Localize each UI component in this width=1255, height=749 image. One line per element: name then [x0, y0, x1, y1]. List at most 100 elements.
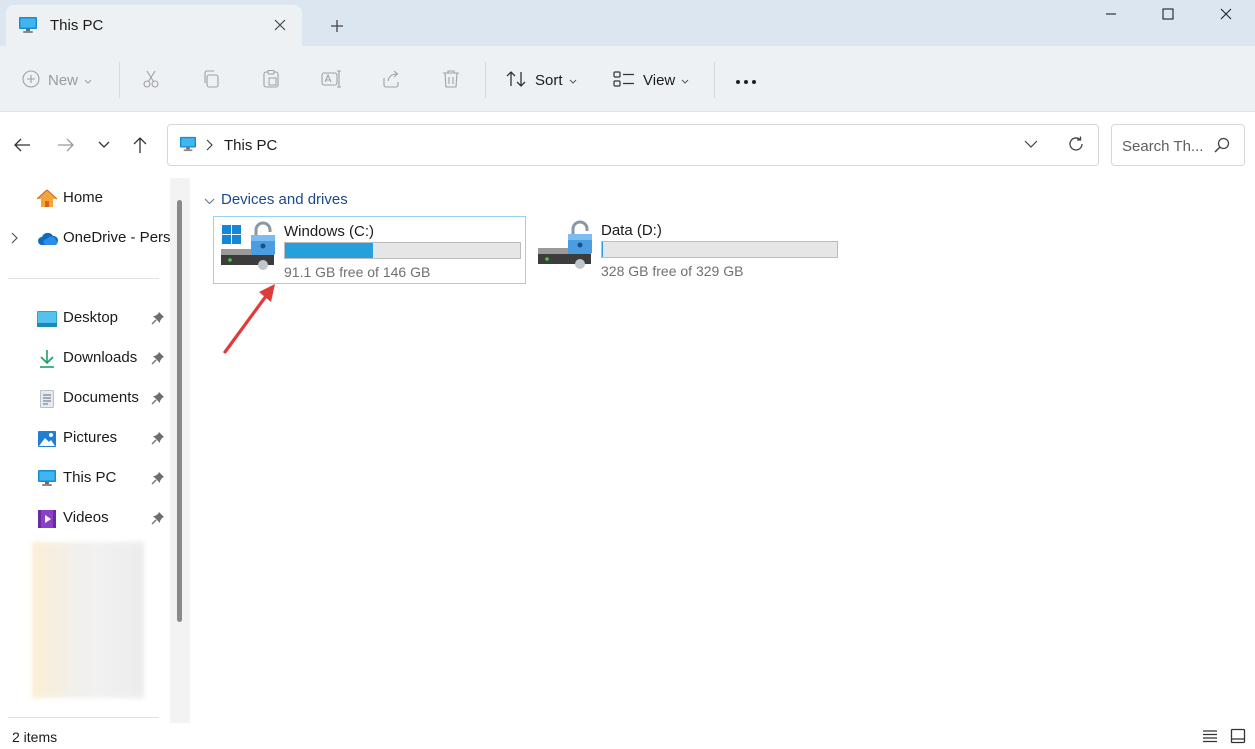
sidebar-item-desktop[interactable]: Desktop — [0, 300, 170, 336]
minimize-icon[interactable] — [1082, 0, 1140, 28]
share-icon — [381, 69, 401, 92]
pin-icon[interactable] — [151, 511, 165, 528]
rename-icon — [321, 69, 343, 92]
address-dropdown-icon[interactable] — [1024, 137, 1038, 154]
desktop-folder-icon — [37, 309, 57, 329]
divider — [8, 717, 159, 718]
sidebar-item-label: Videos — [63, 509, 109, 526]
share-button[interactable] — [381, 65, 401, 95]
drive-usage-fill — [602, 242, 603, 257]
sidebar-item-label: This PC — [63, 469, 117, 486]
cloud-icon — [37, 229, 59, 249]
chevron-right-icon[interactable] — [206, 138, 213, 154]
chevron-right-icon[interactable] — [11, 231, 18, 247]
sidebar-item-label: Home — [63, 189, 104, 206]
drive-usage-fill — [285, 243, 374, 258]
drive-name: Windows (C:) — [284, 223, 375, 240]
address-bar[interactable]: This PC — [167, 124, 1099, 166]
drive-name: Data (D:) — [601, 222, 662, 239]
pin-icon[interactable] — [151, 471, 165, 488]
new-button[interactable]: New — [22, 65, 92, 95]
drive-usage-bar — [284, 242, 521, 259]
search-field[interactable]: Search Th... — [1111, 124, 1245, 166]
drive-space-info: 91.1 GB free of 146 GB — [284, 264, 431, 280]
download-icon — [37, 349, 57, 369]
new-label: New — [48, 71, 79, 89]
divider — [8, 278, 159, 279]
drive-c[interactable]: Windows (C:) 91.1 GB free of 146 GB — [213, 216, 526, 284]
videos-icon — [37, 509, 57, 529]
pin-icon[interactable] — [151, 391, 165, 408]
view-button[interactable]: View — [613, 65, 689, 95]
locked-windows-drive-icon — [220, 221, 278, 276]
item-count: 2 items — [12, 729, 58, 745]
sidebar-item-pictures[interactable]: Pictures — [0, 420, 170, 456]
sort-label: Sort — [535, 71, 563, 89]
paste-button[interactable] — [261, 65, 281, 95]
monitor-icon — [18, 16, 38, 37]
close-icon[interactable] — [1197, 0, 1255, 28]
cut-icon — [141, 69, 161, 92]
chevron-down-icon — [681, 72, 689, 88]
paste-icon — [261, 69, 281, 92]
sidebar-item-home[interactable]: Home — [0, 180, 170, 216]
content-pane: Devices and drives Windows (C:) 91.1 GB … — [190, 175, 1255, 723]
more-options-button[interactable] — [735, 65, 757, 95]
delete-icon — [441, 69, 461, 92]
sidebar-item-videos[interactable]: Videos — [0, 500, 170, 536]
pin-icon[interactable] — [151, 351, 165, 368]
status-bar: 2 items — [0, 723, 1255, 749]
chevron-down-icon — [204, 192, 215, 208]
home-icon — [36, 189, 58, 209]
up-icon[interactable] — [128, 133, 152, 157]
copy-button[interactable] — [201, 65, 221, 95]
pin-icon[interactable] — [151, 431, 165, 448]
drive-d[interactable]: Data (D:) 328 GB free of 329 GB — [531, 216, 844, 284]
group-header-devices[interactable]: Devices and drives — [204, 191, 348, 208]
navigation-row: This PC Search Th... — [0, 113, 1255, 175]
group-label: Devices and drives — [221, 191, 348, 208]
documents-icon — [37, 389, 57, 409]
drive-usage-bar — [601, 241, 838, 258]
sidebar-item-downloads[interactable]: Downloads — [0, 340, 170, 376]
sort-button[interactable]: Sort — [505, 65, 577, 95]
divider — [485, 62, 486, 98]
sidebar-item-label: Pictures — [63, 429, 118, 446]
redacted-area — [32, 542, 144, 698]
pictures-icon — [37, 429, 57, 449]
forward-icon[interactable] — [54, 133, 78, 157]
copy-icon — [201, 69, 221, 92]
sidebar-item-label: Downloads — [63, 349, 138, 366]
tab-this-pc[interactable]: This PC — [6, 5, 302, 46]
sidebar-item-label: OneDrive - Perso — [63, 229, 170, 246]
new-tab-icon[interactable] — [325, 14, 349, 38]
rename-button[interactable] — [321, 65, 343, 95]
back-icon[interactable] — [10, 133, 34, 157]
tab-close-icon[interactable] — [270, 15, 290, 35]
details-view-icon[interactable] — [1202, 729, 1218, 746]
divider — [714, 62, 715, 98]
breadcrumb-this-pc[interactable]: This PC — [224, 137, 277, 154]
sidebar-item-onedrive[interactable]: OneDrive - Perso — [0, 220, 170, 256]
sidebar-item-this-pc[interactable]: This PC — [0, 460, 170, 496]
large-icons-view-icon[interactable] — [1230, 728, 1246, 747]
delete-button[interactable] — [441, 65, 461, 95]
search-icon[interactable] — [1214, 137, 1230, 156]
locked-drive-icon — [537, 220, 595, 275]
maximize-icon[interactable] — [1139, 0, 1197, 28]
view-icon — [613, 70, 635, 91]
cut-button[interactable] — [141, 65, 161, 95]
pin-icon[interactable] — [151, 311, 165, 328]
recent-locations-icon[interactable] — [92, 133, 116, 157]
more-icon — [735, 72, 757, 88]
search-placeholder: Search Th... — [1122, 138, 1204, 155]
refresh-icon[interactable] — [1067, 135, 1085, 156]
monitor-icon — [179, 136, 197, 155]
command-bar: New Sort View — [0, 46, 1255, 112]
divider — [119, 62, 120, 98]
sidebar-item-label: Documents — [63, 389, 139, 406]
title-bar: This PC — [0, 0, 1255, 46]
plus-circle-icon — [22, 69, 40, 91]
sidebar-scrollbar-thumb[interactable] — [177, 200, 182, 622]
sidebar-item-documents[interactable]: Documents — [0, 380, 170, 416]
